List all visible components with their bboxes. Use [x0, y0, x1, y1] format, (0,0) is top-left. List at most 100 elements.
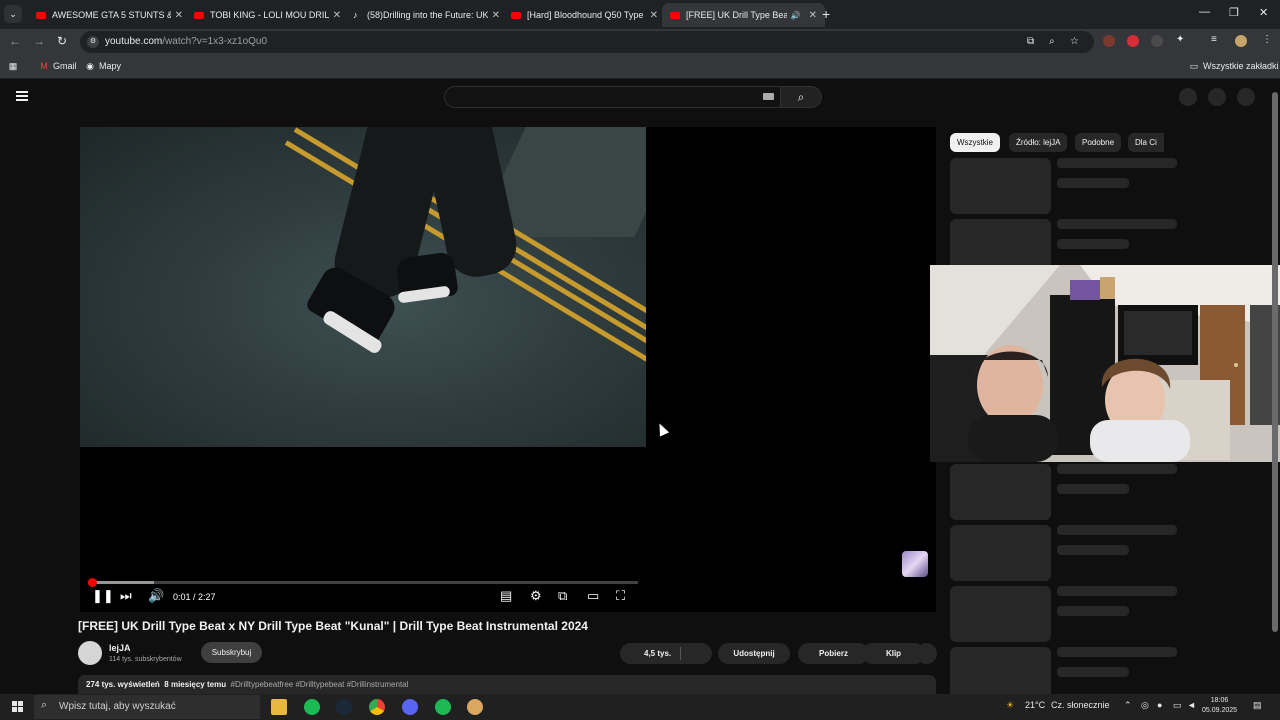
url-text[interactable]: youtube.com/watch?v=1x3-xz1oQu0 [105, 36, 267, 47]
header-icon-placeholder[interactable] [1179, 88, 1197, 106]
subscriber-count: 114 tys. subskrybentów [109, 656, 182, 663]
spotify-icon[interactable] [304, 699, 320, 715]
steam-icon[interactable] [336, 699, 352, 715]
url-host: youtube.com [105, 36, 163, 47]
menu-kebab-icon[interactable]: ⋮ [1262, 34, 1272, 45]
header-icon-placeholder[interactable] [1237, 88, 1255, 106]
site-info-icon[interactable]: ⚙ [87, 36, 99, 48]
all-bookmarks[interactable]: ▭ Wszystkie zakładki [1189, 61, 1279, 71]
skeleton-thumbnail [950, 586, 1051, 642]
video-frame[interactable] [80, 127, 646, 447]
tab-search-button[interactable]: ⌄ [4, 5, 22, 23]
restore-icon[interactable]: ❐ [1229, 6, 1239, 19]
channel-name[interactable]: lejJA [109, 643, 131, 653]
pause-icon[interactable]: ❚❚ [92, 588, 114, 604]
media-controls-icon[interactable]: ≡ [1211, 34, 1217, 45]
app-icon[interactable] [467, 699, 483, 715]
network-icon[interactable]: ▭ [1173, 700, 1182, 711]
clock-date: 05.09.2025 [1202, 707, 1238, 714]
download-button[interactable]: Pobierz [798, 643, 869, 664]
menu-icon[interactable] [16, 91, 28, 101]
video-player[interactable]: ❚❚ ⏭ 🔊 0:01 / 2:27 ▤ ⚙ ⧉ ▭ ⛶ [80, 127, 936, 612]
microphone-icon[interactable]: ● [1157, 700, 1162, 710]
browser-tab[interactable]: AWESOME GTA 5 STUNTS & FA ✕ [28, 3, 191, 27]
search-input[interactable] [444, 86, 780, 108]
theater-mode-icon[interactable]: ▭ [587, 588, 599, 604]
close-icon[interactable]: ✕ [809, 10, 817, 21]
more-actions-button[interactable] [916, 643, 937, 664]
taskbar-search-input[interactable]: ⌕ Wpisz tutaj, aby wyszukać [34, 695, 260, 719]
windows-start-icon[interactable] [12, 701, 23, 712]
extension-icon[interactable] [1103, 35, 1115, 47]
address-bar[interactable]: ⚙ youtube.com/watch?v=1x3-xz1oQu0 ⧉ ⌕ ☆ [80, 31, 1094, 53]
skeleton-thumbnail [950, 158, 1051, 214]
time-total: 2:27 [198, 592, 216, 602]
back-icon[interactable]: ← [9, 34, 21, 48]
subscribe-button[interactable]: Subskrybuj [201, 642, 262, 663]
subtitles-icon[interactable]: ▤ [500, 588, 512, 604]
close-icon[interactable]: ✕ [492, 10, 500, 21]
speaker-icon[interactable]: 🔊 [791, 11, 801, 20]
channel-watermark[interactable] [902, 551, 928, 577]
tab-title: [Hard] Bloodhound Q50 Type B [527, 10, 646, 20]
close-icon[interactable]: ✕ [333, 10, 341, 21]
scrubber-handle[interactable] [87, 578, 97, 587]
new-tab-button[interactable]: + [822, 6, 830, 22]
settings-gear-icon[interactable]: ⚙ [530, 588, 542, 604]
apps-grid-icon[interactable]: ▦ [8, 61, 22, 71]
youtube-page: ⌕ ❚❚ ⏭ 🔊 0:01 / 2:27 ▤ ⚙ ⧉ ▭ ⛶ [FREE] UK… [0, 80, 1280, 703]
tray-icon[interactable]: ◎ [1141, 700, 1149, 711]
close-icon[interactable]: ✕ [175, 10, 183, 21]
close-window-icon[interactable]: ✕ [1259, 6, 1268, 19]
keyboard-icon[interactable] [763, 93, 774, 100]
skeleton-title-line [1057, 586, 1177, 596]
notifications-icon[interactable]: ▤ [1253, 700, 1262, 711]
tab-title: TOBI KING - LOLI MOU DRILL R [210, 10, 329, 20]
channel-avatar[interactable] [78, 641, 102, 665]
bookmark-maps[interactable]: ◉ Mapy [85, 61, 121, 71]
browser-tab[interactable]: [Hard] Bloodhound Q50 Type B ✕ [503, 3, 666, 27]
miniplayer-icon[interactable]: ⧉ [558, 588, 567, 604]
cast-icon[interactable]: ⧉ [1027, 36, 1034, 47]
fullscreen-icon[interactable]: ⛶ [616, 588, 625, 604]
volume-icon[interactable]: 🔊 [148, 588, 164, 604]
search-button[interactable]: ⌕ [780, 86, 822, 108]
profile-avatar[interactable] [1235, 35, 1247, 47]
extension-icon[interactable] [1151, 35, 1163, 47]
bookmark-star-icon[interactable]: ☆ [1070, 36, 1079, 47]
chip-all[interactable]: Wszystkie [950, 133, 1000, 152]
share-button[interactable]: Udostępnij [718, 643, 790, 664]
browser-tab[interactable]: TOBI KING - LOLI MOU DRILL R ✕ [186, 3, 349, 27]
reload-icon[interactable]: ↻ [57, 34, 67, 48]
chip-related[interactable]: Podobne [1075, 133, 1122, 152]
page-scrollbar[interactable] [1272, 92, 1278, 632]
next-icon[interactable]: ⏭ [120, 588, 132, 604]
bookmark-gmail[interactable]: M Gmail [39, 61, 76, 71]
browser-tab[interactable]: ♪ (58)Drilling into the Future: UK ✕ [345, 3, 508, 27]
hashtags[interactable]: #Drilltypebeatfree #Drilltypebeat #Drill… [231, 680, 409, 689]
chrome-icon[interactable] [369, 699, 385, 715]
skeleton-title-line [1057, 219, 1177, 229]
weather-desc[interactable]: Cz. słonecznie [1051, 700, 1110, 710]
maps-icon: ◉ [86, 61, 94, 71]
minimize-icon[interactable]: — [1199, 6, 1210, 18]
chevron-up-icon[interactable]: ⌃ [1124, 700, 1132, 711]
forward-icon[interactable]: → [33, 34, 45, 48]
weather-temp[interactable]: 21°C [1025, 700, 1045, 710]
progress-bar[interactable] [87, 578, 638, 587]
taskbar-clock[interactable]: 18:06 05.09.2025 [1202, 696, 1237, 716]
close-icon[interactable]: ✕ [650, 10, 658, 21]
speaker-icon[interactable]: ◄ [1187, 700, 1196, 710]
extensions-puzzle-icon[interactable]: ✦ [1176, 34, 1184, 45]
header-icon-placeholder[interactable] [1208, 88, 1226, 106]
chip-from-channel[interactable]: Źródło: lejJA [1009, 133, 1068, 152]
zoom-icon[interactable]: ⌕ [1049, 36, 1055, 47]
discord-icon[interactable] [402, 699, 418, 715]
spotify-icon[interactable] [435, 699, 451, 715]
chip-for-you[interactable]: Dla Ci [1128, 133, 1164, 152]
extension-icon[interactable] [1127, 35, 1139, 47]
description-box[interactable]: 274 tys. wyświetleń 8 miesięcy temu #Dri… [78, 675, 936, 694]
like-button[interactable]: 4,5 tys. [620, 643, 712, 664]
file-explorer-icon[interactable] [271, 699, 287, 715]
browser-tab-active[interactable]: [FREE] UK Drill Type Beat x I 🔊 ✕ [662, 3, 825, 27]
